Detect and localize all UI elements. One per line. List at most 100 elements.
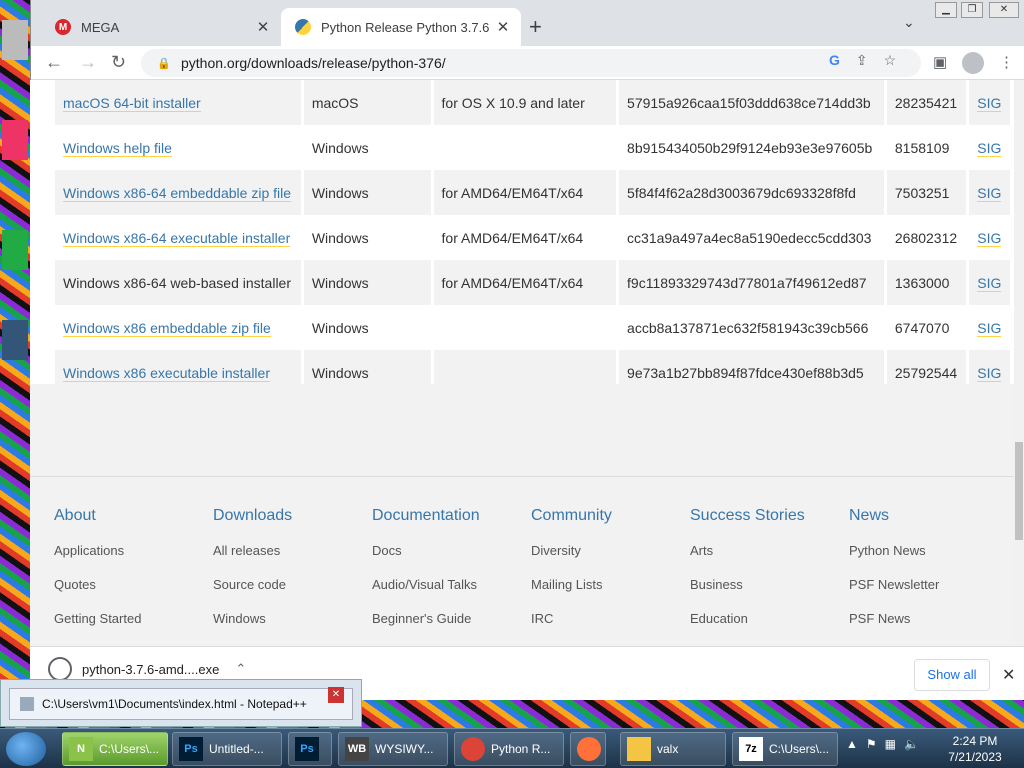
footer-heading[interactable]: Community xyxy=(531,507,686,525)
footer-link[interactable]: PSF Newsletter xyxy=(849,577,1004,592)
taskbar-button[interactable]: valx xyxy=(620,732,726,766)
os-cell: Windows xyxy=(311,320,369,336)
file-name[interactable]: macOS 64-bit installer xyxy=(63,95,201,112)
window-close-icon[interactable]: ✕ xyxy=(989,2,1019,18)
close-icon[interactable]: ✕ xyxy=(491,18,515,36)
sig-link-cell: SIG xyxy=(967,80,1013,125)
reload-icon[interactable]: ↻ xyxy=(111,52,126,73)
star-icon[interactable]: ☆ xyxy=(884,52,897,69)
new-tab-icon[interactable]: + xyxy=(529,14,542,40)
file-name[interactable]: Windows x86 executable installer xyxy=(63,365,270,382)
taskbar-button[interactable] xyxy=(570,732,606,766)
desktop-icon[interactable] xyxy=(2,320,28,360)
table-row: Windows help file Windows 8b915434050b29f9… xyxy=(55,125,1013,170)
download-filename[interactable]: python-3.7.6-amd....exe xyxy=(82,662,219,677)
footer-heading[interactable]: News xyxy=(849,507,1004,525)
footer-link[interactable]: Audio/Visual Talks xyxy=(372,577,527,592)
footer-link[interactable]: Windows xyxy=(213,611,368,626)
desktop-icon-mycomputer[interactable] xyxy=(2,20,28,60)
file-name[interactable]: Windows x86-64 executable installer xyxy=(63,230,291,247)
volume-icon[interactable]: 🔈 xyxy=(904,737,919,751)
sig-link[interactable]: SIG xyxy=(977,365,1002,382)
desktop-icon[interactable] xyxy=(2,120,28,160)
footer-heading[interactable]: Downloads xyxy=(213,507,368,525)
footer-heading[interactable]: Documentation xyxy=(372,507,527,525)
footer-link[interactable]: Business xyxy=(690,577,845,592)
sig-link-cell: SIG xyxy=(967,170,1013,215)
sig-link[interactable]: SIG xyxy=(977,320,1002,337)
close-icon[interactable]: ✕ xyxy=(1002,665,1015,685)
maximize-icon[interactable]: ❐ xyxy=(961,2,983,18)
scrollbar-thumb[interactable] xyxy=(1015,442,1023,540)
footer-heading[interactable]: About xyxy=(54,507,209,525)
footer-link[interactable]: Source code xyxy=(213,577,368,592)
share-icon[interactable]: ⇪ xyxy=(856,52,868,69)
minimize-icon[interactable]: ▁ xyxy=(935,2,957,18)
footer-link[interactable]: Applications xyxy=(54,543,209,558)
back-arrow-icon[interactable]: ← xyxy=(45,52,63,73)
side-panel-icon[interactable]: ▣ xyxy=(933,53,947,71)
sig-link[interactable]: SIG xyxy=(977,185,1002,202)
footer-heading[interactable]: Success Stories xyxy=(690,507,845,525)
footer-link[interactable]: Arts xyxy=(690,543,845,558)
footer-link[interactable]: Beginner's Guide xyxy=(372,611,527,626)
close-icon[interactable]: ✕ xyxy=(251,18,275,36)
tab-python-release[interactable]: Python Release Python 3.7.6 | Py ✕ xyxy=(281,8,521,46)
sig-link[interactable]: SIG xyxy=(977,275,1002,292)
footer-link[interactable]: IRC xyxy=(531,611,686,626)
start-button[interactable] xyxy=(6,732,46,766)
desktop-icon[interactable] xyxy=(2,230,28,270)
forward-arrow-icon[interactable]: → xyxy=(79,52,97,73)
table-row: Windows x86 embeddable zip file Windows ac… xyxy=(55,305,1013,350)
clock[interactable]: 2:24 PM 7/21/2023 xyxy=(940,733,1010,765)
description-cell-cell: for AMD64/EM64T/x64 xyxy=(432,170,620,215)
taskbar-button[interactable]: WB WYSIWY... xyxy=(338,732,448,766)
chevron-up-icon[interactable]: ⌃ xyxy=(235,661,246,677)
network-icon[interactable]: ▦ xyxy=(885,737,896,751)
footer-column: Downloads All releases Source code Windows xyxy=(213,507,368,645)
address-bar[interactable]: 🔒 python.org/downloads/release/python-37… xyxy=(141,49,921,77)
file-name-cell: Windows x86-64 executable installer xyxy=(55,215,304,260)
file-name[interactable]: Windows help file xyxy=(63,140,172,157)
footer-link[interactable]: Python News xyxy=(849,543,1004,558)
lock-icon[interactable]: 🔒 xyxy=(157,57,171,70)
page-scrollbar[interactable] xyxy=(1014,80,1024,646)
file-name-cell: Windows x86 embeddable zip file xyxy=(55,305,304,350)
taskbar-button-label: Python R... xyxy=(491,742,551,756)
size-cell: 1363000 xyxy=(894,275,950,291)
taskbar-button[interactable]: 7z C:\Users\... xyxy=(732,732,838,766)
file-name[interactable]: Windows x86-64 embeddable zip file xyxy=(63,185,292,202)
flag-icon[interactable]: ⚑ xyxy=(866,737,877,751)
menu-kebab-icon[interactable]: ⋮ xyxy=(999,53,1014,71)
google-icon[interactable]: G xyxy=(829,52,840,69)
show-all-button[interactable]: Show all xyxy=(914,659,990,691)
sig-link[interactable]: SIG xyxy=(977,95,1002,112)
os-cell-cell: Windows xyxy=(302,125,434,170)
footer-link[interactable]: Mailing Lists xyxy=(531,577,686,592)
file-name[interactable]: Windows x86 embeddable zip file xyxy=(63,320,271,337)
footer-link[interactable]: Education xyxy=(690,611,845,626)
taskbar-button[interactable]: Ps Untitled-... xyxy=(172,732,282,766)
taskbar-button[interactable]: Python R... xyxy=(454,732,564,766)
sig-link[interactable]: SIG xyxy=(977,230,1002,247)
description-cell: for AMD64/EM64T/x64 xyxy=(441,230,584,246)
sig-link[interactable]: SIG xyxy=(977,140,1002,157)
chevron-down-icon[interactable]: ⌄ xyxy=(903,14,915,31)
profile-avatar-icon[interactable] xyxy=(962,52,984,74)
footer-link[interactable]: All releases xyxy=(213,543,368,558)
close-icon[interactable]: ✕ xyxy=(328,687,344,703)
tooltip-window-title[interactable]: C:\Users\vm1\Documents\index.html - Note… xyxy=(9,688,353,720)
url-text[interactable]: python.org/downloads/release/python-376/ xyxy=(181,55,446,71)
taskbar-button-label: C:\Users\... xyxy=(769,742,830,756)
footer-link[interactable]: Getting Started xyxy=(54,611,209,626)
taskbar-button[interactable]: N C:\Users\... xyxy=(62,732,168,766)
tab-mega[interactable]: M MEGA ✕ xyxy=(41,8,281,46)
download-item[interactable]: python-3.7.6-amd....exe ⌃ xyxy=(48,657,246,681)
chevron-up-icon[interactable]: ▲ xyxy=(846,737,858,751)
taskbar-button[interactable]: Ps xyxy=(288,732,332,766)
notepadpp-icon xyxy=(20,697,34,711)
footer-link[interactable]: Docs xyxy=(372,543,527,558)
footer-link[interactable]: Diversity xyxy=(531,543,686,558)
footer-link[interactable]: Quotes xyxy=(54,577,209,592)
footer-link[interactable]: PSF News xyxy=(849,611,1004,626)
